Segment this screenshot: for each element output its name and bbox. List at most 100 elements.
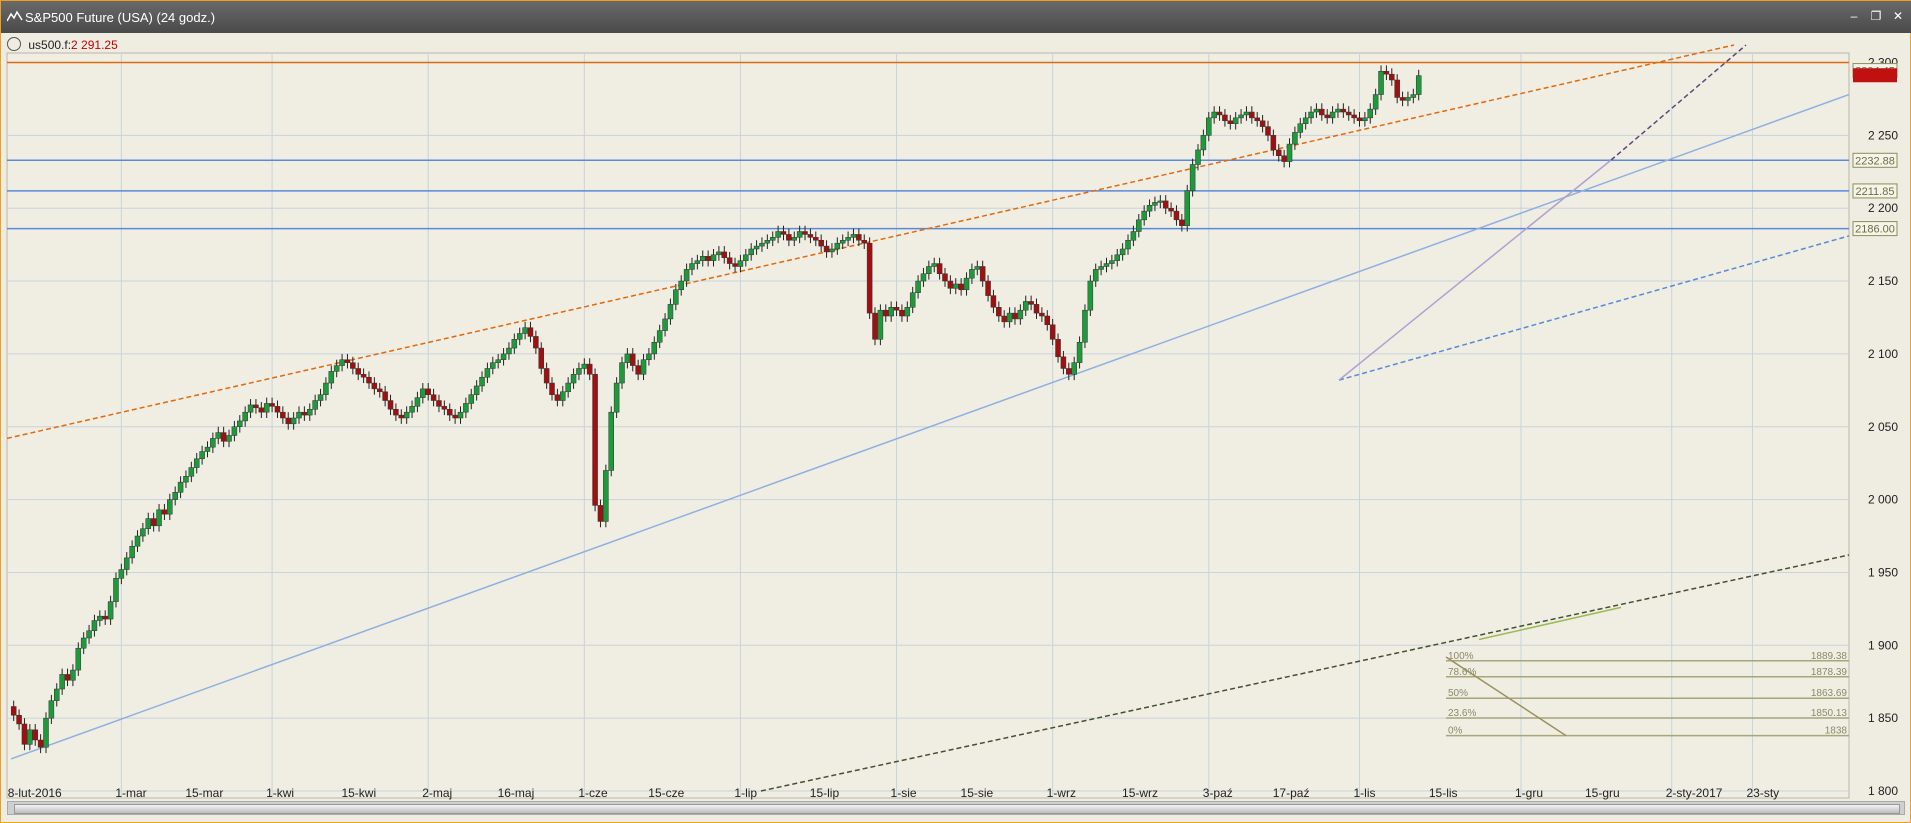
candle-body[interactable] xyxy=(1259,120,1266,127)
candle-body[interactable] xyxy=(59,674,65,690)
candle-body[interactable] xyxy=(856,234,862,241)
candle-body[interactable] xyxy=(1216,111,1223,116)
candle-body[interactable] xyxy=(662,318,668,331)
candle-body[interactable] xyxy=(1071,362,1077,375)
candle-body[interactable] xyxy=(382,391,388,401)
candle-body[interactable] xyxy=(140,528,146,537)
candle-body[interactable] xyxy=(1168,207,1174,212)
candle-body[interactable] xyxy=(199,451,205,460)
candle-body[interactable] xyxy=(953,283,959,289)
candle-body[interactable] xyxy=(414,397,421,407)
candle-body[interactable] xyxy=(710,254,717,261)
candle-body[interactable] xyxy=(909,292,916,308)
candle-body[interactable] xyxy=(188,467,195,477)
candle-body[interactable] xyxy=(635,365,641,375)
candle-body[interactable] xyxy=(608,411,614,471)
candle-body[interactable] xyxy=(963,277,970,291)
candle-body[interactable] xyxy=(506,347,512,355)
candle-body[interactable] xyxy=(893,307,900,311)
candle-body[interactable] xyxy=(500,353,507,360)
candle-body[interactable] xyxy=(818,240,824,247)
candle-body[interactable] xyxy=(1297,123,1304,133)
candle-body[interactable] xyxy=(802,231,808,235)
candle-body[interactable] xyxy=(21,723,28,745)
restore-icon[interactable]: ❐ xyxy=(1868,8,1884,24)
candle-body[interactable] xyxy=(274,406,281,413)
candle-body[interactable] xyxy=(920,273,927,282)
candle-body[interactable] xyxy=(328,371,335,384)
candle-body[interactable] xyxy=(947,280,954,289)
candle-body[interactable] xyxy=(145,518,152,529)
candle-body[interactable] xyxy=(1399,97,1406,101)
candle-body[interactable] xyxy=(565,382,571,393)
candle-body[interactable] xyxy=(1200,135,1207,151)
candle-body[interactable] xyxy=(495,359,501,363)
candle-body[interactable] xyxy=(689,263,695,270)
candle-body[interactable] xyxy=(554,394,561,401)
candle-body[interactable] xyxy=(796,231,803,238)
candle-body[interactable] xyxy=(667,304,674,320)
candle-body[interactable] xyxy=(54,688,60,701)
candle-body[interactable] xyxy=(1157,200,1164,203)
candle-body[interactable] xyxy=(387,400,394,410)
price-chart[interactable]: 1 800 1 850 1 900 1 950 2 000 2 050 2 100 2 150… xyxy=(1,33,1911,801)
candle-body[interactable] xyxy=(872,312,878,340)
candle-body[interactable] xyxy=(123,557,130,570)
candle-body[interactable] xyxy=(1254,117,1260,122)
candle-body[interactable] xyxy=(97,615,103,621)
candle-body[interactable] xyxy=(425,388,431,395)
candle-body[interactable] xyxy=(463,403,469,413)
candle-body[interactable] xyxy=(1249,111,1255,119)
candle-body[interactable] xyxy=(70,669,76,681)
candle-body[interactable] xyxy=(307,409,313,416)
candle-body[interactable] xyxy=(16,714,22,725)
candle-body[interactable] xyxy=(1125,240,1131,250)
candle-body[interactable] xyxy=(366,376,372,384)
candle-body[interactable] xyxy=(586,363,593,375)
candle-body[interactable] xyxy=(646,353,652,360)
candle-body[interactable] xyxy=(1329,111,1336,119)
candle-body[interactable] xyxy=(48,700,55,719)
candle-body[interactable] xyxy=(317,394,324,401)
candle-body[interactable] xyxy=(974,266,981,270)
candle-body[interactable] xyxy=(280,411,286,419)
candle-body[interactable] xyxy=(312,400,318,410)
candle-body[interactable] xyxy=(699,256,706,261)
candle-body[interactable] xyxy=(592,374,598,506)
candle-body[interactable] xyxy=(1319,108,1325,116)
candle-body[interactable] xyxy=(263,403,270,413)
candle-body[interactable] xyxy=(1281,155,1287,162)
candle-body[interactable] xyxy=(86,630,92,639)
candle-body[interactable] xyxy=(683,269,690,282)
candle-body[interactable] xyxy=(1039,312,1045,317)
candle-body[interactable] xyxy=(1265,126,1271,136)
candle-body[interactable] xyxy=(780,231,787,235)
candle-body[interactable] xyxy=(1012,312,1018,320)
candle-body[interactable] xyxy=(1141,210,1147,221)
candle-body[interactable] xyxy=(296,411,302,419)
candle-body[interactable] xyxy=(1313,108,1320,113)
candle-body[interactable] xyxy=(1415,75,1422,95)
candle-body[interactable] xyxy=(1405,97,1411,101)
candle-body[interactable] xyxy=(1308,111,1314,119)
candle-body[interactable] xyxy=(743,254,749,261)
candle-body[interactable] xyxy=(1189,164,1196,191)
candle-body[interactable] xyxy=(1276,149,1282,156)
candle-body[interactable] xyxy=(603,470,609,522)
candle-body[interactable] xyxy=(1028,301,1034,305)
candle-body[interactable] xyxy=(1227,120,1234,124)
candle-body[interactable] xyxy=(888,307,894,317)
candle-body[interactable] xyxy=(581,363,588,369)
candle-body[interactable] xyxy=(118,569,125,579)
candle-body[interactable] xyxy=(1055,339,1061,358)
candle-body[interactable] xyxy=(990,295,997,308)
candle-body[interactable] xyxy=(834,242,841,250)
candle-body[interactable] xyxy=(839,240,846,244)
candle-body[interactable] xyxy=(1335,108,1341,113)
candle-body[interactable] xyxy=(1292,132,1298,145)
candle-body[interactable] xyxy=(1152,202,1158,206)
candle-body[interactable] xyxy=(91,620,98,631)
candle-body[interactable] xyxy=(409,406,415,413)
candle-body[interactable] xyxy=(441,406,448,410)
candle-body[interactable] xyxy=(576,368,582,375)
